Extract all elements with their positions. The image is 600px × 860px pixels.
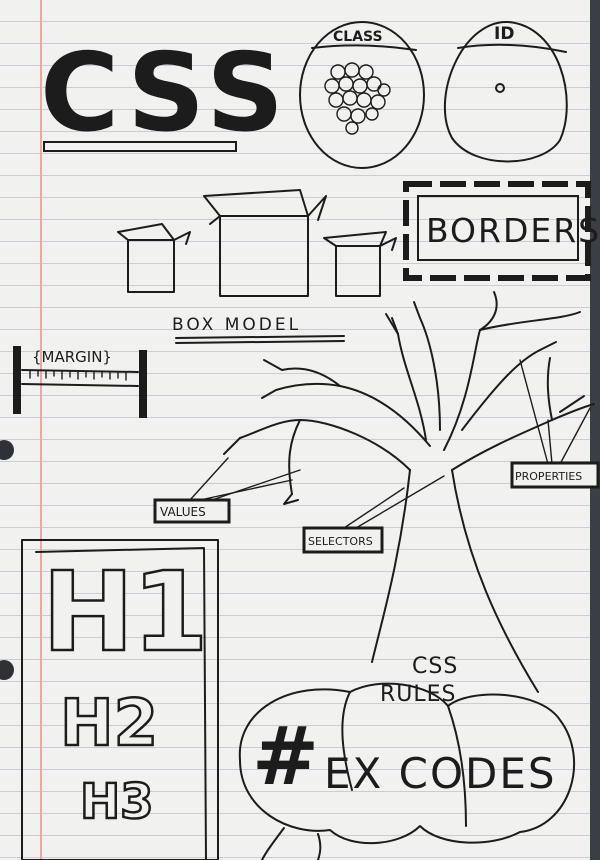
margin-ruler-top (21, 369, 139, 373)
box-small-right (323, 231, 397, 297)
class-dot-cluster (324, 62, 391, 135)
class-label: CLASS (333, 29, 383, 45)
h3-label: H3 (80, 774, 154, 830)
margin-right-bar (139, 350, 147, 418)
id-egg: ID (443, 20, 568, 163)
box-large-center (203, 189, 327, 297)
margin-left-bar (13, 346, 21, 414)
margin-label: {MARGIN} (32, 348, 112, 366)
hex-codes-label: EX CODES (324, 749, 557, 798)
selectors-tag: SELECTORS (302, 526, 384, 554)
margin-ruler: {MARGIN} (13, 346, 147, 418)
headings-panel: H1 H2 H3 (21, 539, 219, 860)
box-model-label: BOX MODEL (172, 315, 301, 335)
tree-drawing (223, 291, 595, 693)
class-egg: CLASS (299, 21, 425, 169)
h2-label: H2 (60, 687, 158, 761)
box-model-underline-2 (175, 340, 345, 344)
tree-label-connectors (189, 359, 591, 529)
properties-label: PROPERTIES (515, 470, 582, 483)
id-dot (495, 83, 505, 93)
borders-frame: BORDERS (403, 181, 600, 281)
selectors-label: SELECTORS (308, 535, 373, 548)
box-model: BOX MODEL (172, 315, 345, 344)
css-title: CSS (40, 31, 290, 156)
box-small-left (117, 223, 191, 293)
properties-tag: PROPERTIES (510, 461, 600, 489)
borders-label: BORDERS (426, 211, 600, 250)
hash-symbol: # (252, 710, 319, 803)
class-egg-band (311, 44, 417, 51)
box-model-underline (175, 335, 345, 339)
css-rules-line1: CSS (412, 654, 458, 679)
margin-ruler-bottom (21, 383, 139, 387)
h1-label: H1 (42, 548, 207, 676)
css-rules: CSS RULES (380, 654, 458, 707)
doodle-sketch: CSS CLASS ID BORDERS BOX MODEL {MARGIN} … (13, 20, 600, 860)
id-label: ID (494, 24, 514, 44)
css-title-text: CSS (40, 31, 290, 156)
values-label: VALUES (160, 505, 206, 519)
values-tag: VALUES (153, 498, 231, 524)
